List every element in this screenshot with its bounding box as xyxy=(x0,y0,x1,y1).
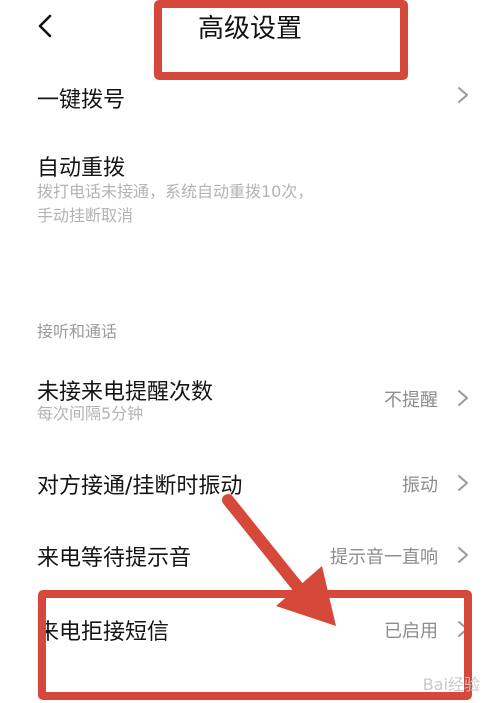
watermark: Bai经验 xyxy=(422,675,480,694)
settings-item-vibrate-on-connect[interactable]: 对方接通/挂断时振动 振动 xyxy=(0,466,500,506)
settings-item-call-waiting-tone[interactable]: 来电等待提示音 提示音一直响 xyxy=(0,538,500,578)
settings-item-missed-call-reminder[interactable]: 未接来电提醒次数 每次间隔5分钟 不提醒 xyxy=(0,372,500,432)
item-label: 一键拨号 xyxy=(37,88,126,113)
item-description: 每次间隔5分钟 xyxy=(37,404,144,423)
chevron-right-icon xyxy=(458,87,468,103)
item-description: 手动挂断取消 xyxy=(37,206,134,225)
item-description: 拨打电话未接通，系统自动重拨10次， xyxy=(37,182,314,201)
settings-item-auto-redial[interactable]: 自动重拨 拨打电话未接通，系统自动重拨10次， 手动挂断取消 xyxy=(0,148,500,238)
item-value: 不提醒 xyxy=(384,390,438,411)
annotation-highlight-box xyxy=(154,0,408,80)
item-value: 提示音一直响 xyxy=(330,547,438,568)
settings-item-one-key-dial[interactable]: 一键拨号 xyxy=(0,78,500,118)
chevron-right-icon xyxy=(458,547,468,563)
chevron-right-icon xyxy=(458,475,468,491)
item-label: 对方接通/挂断时振动 xyxy=(37,474,243,499)
item-label: 自动重拨 xyxy=(37,156,126,181)
item-label: 未接来电提醒次数 xyxy=(37,380,214,405)
chevron-right-icon xyxy=(458,390,468,406)
section-header: 接听和通话 xyxy=(37,322,118,341)
item-value: 振动 xyxy=(402,475,438,496)
item-label: 来电等待提示音 xyxy=(37,546,192,571)
annotation-highlight-box xyxy=(38,590,472,700)
